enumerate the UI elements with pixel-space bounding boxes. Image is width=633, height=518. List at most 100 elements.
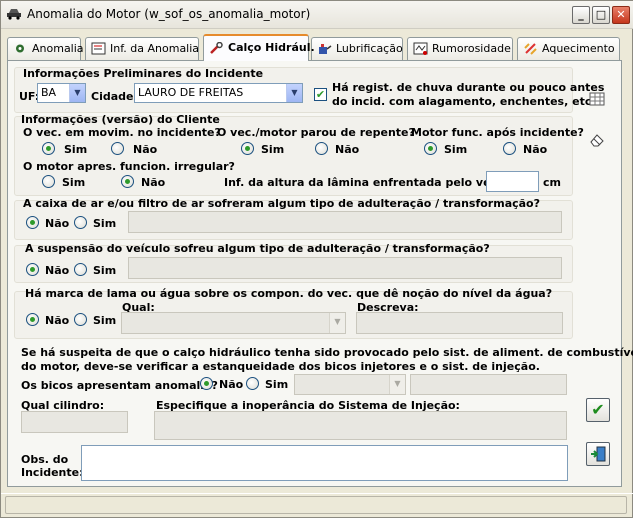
q-moving-label: O vec. em movim. no incidente? xyxy=(23,126,221,139)
yes-label: Sim xyxy=(62,176,86,189)
chevron-down-icon[interactable]: ▼ xyxy=(329,313,345,333)
tab-anomalia[interactable]: Anomalia xyxy=(7,37,84,60)
maximize-button[interactable]: □ xyxy=(592,6,610,24)
descreva-input[interactable] xyxy=(356,312,563,334)
bicos-label: Os bicos apresentam anomalia? xyxy=(21,379,218,392)
mud-no-radio[interactable] xyxy=(26,313,39,326)
suspension-no-radio[interactable] xyxy=(26,263,39,276)
q-after-label: Motor func. após incidente? xyxy=(411,126,584,139)
air-filter-yes-radio[interactable] xyxy=(74,216,87,229)
injection-text-line2: do motor, deve-se verificar a estanqueid… xyxy=(21,360,540,373)
grid-icon xyxy=(589,92,605,106)
height-unit: cm xyxy=(543,176,561,189)
q-after-yes-radio[interactable] xyxy=(424,142,437,155)
exit-button[interactable] xyxy=(586,442,610,466)
q-irregular-no-radio[interactable] xyxy=(121,175,134,188)
bicos-yes-radio[interactable] xyxy=(246,377,259,390)
tab-lubrificacao[interactable]: Lubrificação xyxy=(311,37,403,60)
obs-label-line1: Obs. do xyxy=(21,453,69,466)
uf-select[interactable]: BA ▼ xyxy=(37,83,86,103)
bicos-no-radio[interactable] xyxy=(200,377,213,390)
noise-icon xyxy=(413,42,428,55)
confirm-button[interactable]: ✔ xyxy=(586,398,610,422)
yes-label: Sim xyxy=(261,143,285,156)
air-filter-details-input[interactable] xyxy=(128,211,562,233)
tab-calco-hidraulico[interactable]: Calço Hidrául. xyxy=(203,34,315,61)
client-info-title: Informações (versão) do Cliente xyxy=(21,113,220,126)
q-moving-no-radio[interactable] xyxy=(111,142,124,155)
obs-label-line2: Incidente: xyxy=(21,466,84,479)
exit-door-icon xyxy=(591,446,606,462)
mud-yes-radio[interactable] xyxy=(74,313,87,326)
no-label: Não xyxy=(141,176,166,189)
preliminary-title: Informações Preliminares do Incidente xyxy=(23,67,264,80)
height-label: Inf. da altura da lâmina enfrentada pelo… xyxy=(224,176,525,189)
q-after-no-radio[interactable] xyxy=(503,142,516,155)
tab-label: Lubrificação xyxy=(336,42,403,55)
title-bar[interactable]: Anomalia do Motor (w_sof_os_anomalia_mot… xyxy=(1,1,633,29)
tab-label: Rumorosidade xyxy=(432,42,511,55)
grid-button[interactable] xyxy=(585,87,609,111)
suspension-details-input[interactable] xyxy=(128,257,562,279)
tab-label: Calço Hidrául. xyxy=(228,41,315,54)
chevron-down-icon[interactable]: ▼ xyxy=(389,375,405,394)
no-label: Não xyxy=(45,217,70,230)
form-icon xyxy=(91,42,106,55)
star-gear-icon xyxy=(16,44,24,53)
suspension-yes-radio[interactable] xyxy=(74,263,87,276)
eraser-button[interactable] xyxy=(585,128,609,152)
yes-label: Sim xyxy=(93,314,117,327)
minimize-button[interactable]: _ xyxy=(572,6,590,24)
height-input[interactable] xyxy=(486,171,539,192)
no-label: Não xyxy=(45,314,70,327)
rain-label-line1: Há regist. de chuva durante ou pouco ant… xyxy=(332,81,605,94)
cidade-label: Cidade: xyxy=(91,90,138,103)
qual-select[interactable]: ▼ xyxy=(121,312,346,334)
chevron-down-icon[interactable]: ▼ xyxy=(286,84,302,102)
obs-textarea[interactable] xyxy=(81,445,568,481)
q-irregular-label: O motor apres. funcion. irregular? xyxy=(23,160,235,173)
chevron-down-icon[interactable]: ▼ xyxy=(69,84,85,102)
injection-text-line1: Se há suspeita de que o calço hidráulico… xyxy=(21,346,633,359)
tab-inf-anomalia[interactable]: Inf. da Anomalia xyxy=(85,37,199,60)
q-irregular-yes-radio[interactable] xyxy=(42,175,55,188)
suspension-question: A suspensão do veículo sofreu algum tipo… xyxy=(25,242,490,255)
yes-label: Sim xyxy=(93,217,117,230)
car-icon xyxy=(7,9,21,20)
q-stopped-yes-radio[interactable] xyxy=(241,142,254,155)
q-stopped-no-radio[interactable] xyxy=(315,142,328,155)
window-title: Anomalia do Motor (w_sof_os_anomalia_mot… xyxy=(27,7,311,21)
status-bar xyxy=(1,493,633,518)
no-label: Não xyxy=(523,143,548,156)
status-field xyxy=(5,496,627,514)
heat-icon xyxy=(524,43,537,55)
app-window: Anomalia do Motor (w_sof_os_anomalia_mot… xyxy=(0,0,633,518)
oil-can-icon xyxy=(319,44,332,54)
air-filter-no-radio[interactable] xyxy=(26,216,39,229)
tab-label: Aquecimento xyxy=(542,42,615,55)
close-button[interactable]: ✕ xyxy=(612,6,630,24)
q-moving-yes-radio[interactable] xyxy=(42,142,55,155)
yes-label: Sim xyxy=(265,378,289,391)
bicos-text-input[interactable] xyxy=(410,374,567,395)
uf-value: BA xyxy=(41,86,57,99)
no-label: Não xyxy=(219,378,244,391)
rain-label-line2: do incid. com alagamento, enchentes, etc… xyxy=(332,95,598,108)
tab-label: Anomalia xyxy=(32,42,84,55)
yes-label: Sim xyxy=(93,264,117,277)
wrench-icon xyxy=(210,42,223,54)
cidade-value: LAURO DE FREITAS xyxy=(138,86,244,99)
bicos-select[interactable]: ▼ xyxy=(294,374,406,395)
inoperancia-textarea[interactable] xyxy=(154,411,567,440)
no-label: Não xyxy=(133,143,158,156)
cilindro-input[interactable] xyxy=(21,411,128,433)
mud-question: Há marca de lama ou água sobre os compon… xyxy=(25,287,553,300)
eraser-icon xyxy=(590,134,604,147)
yes-label: Sim xyxy=(64,143,88,156)
tab-aquecimento[interactable]: Aquecimento xyxy=(517,37,620,60)
cidade-select[interactable]: LAURO DE FREITAS ▼ xyxy=(134,83,303,103)
tab-rumorosidade[interactable]: Rumorosidade xyxy=(407,37,513,60)
rain-checkbox[interactable]: ✔ xyxy=(314,88,327,101)
no-label: Não xyxy=(335,143,360,156)
no-label: Não xyxy=(45,264,70,277)
